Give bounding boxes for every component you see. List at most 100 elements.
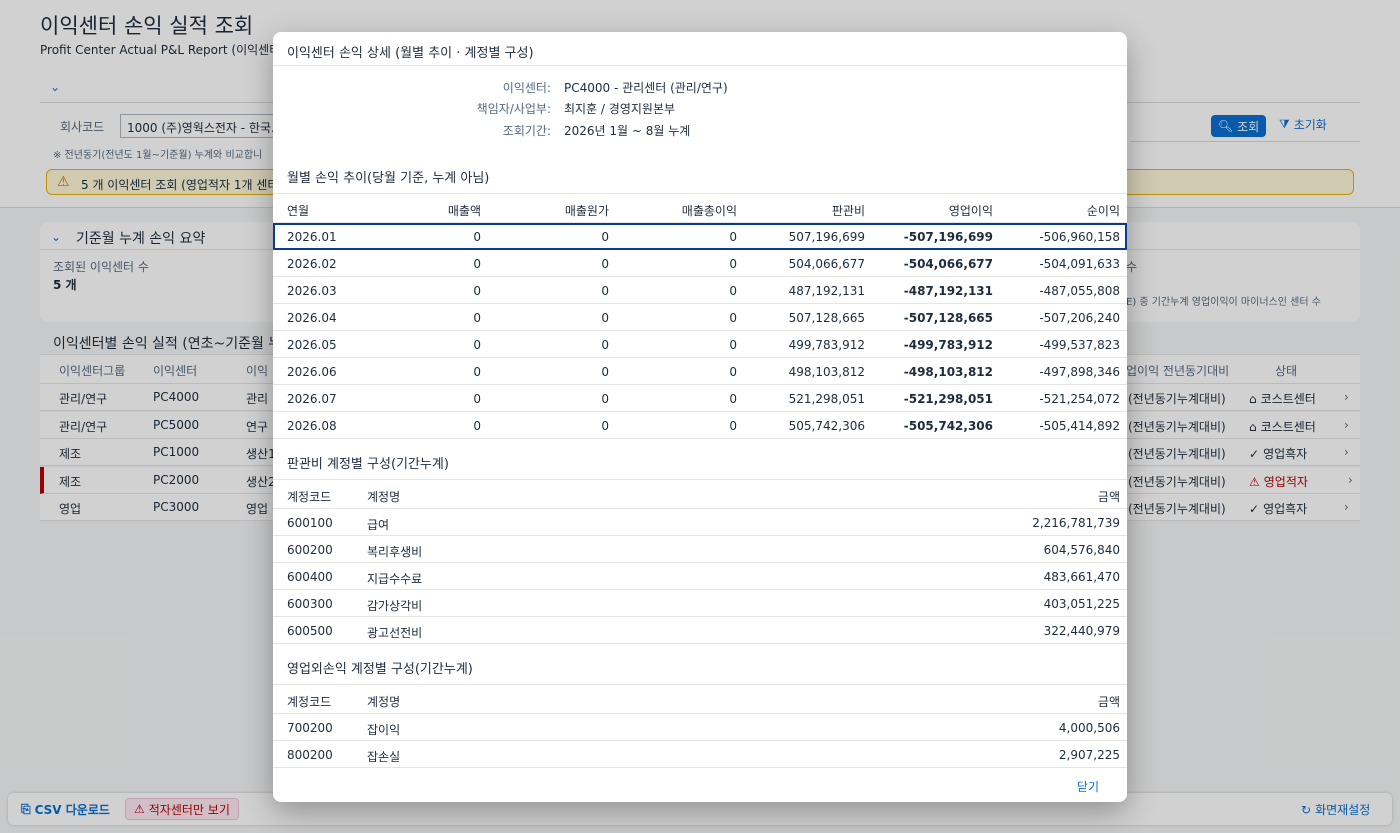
table-row[interactable]: 2026.08 0 0 0 505,742,306 -505,742,306 -505,41… (273, 412, 1127, 439)
detail-dialog: 이익센터 손익 상세 (월별 추이 · 계정별 구성) 이익센터: PC4000… (273, 32, 1127, 802)
cell-amount: 4,000,506 (1058, 721, 1120, 735)
info-value: PC4000 - 관리센터 (관리/연구) (564, 81, 728, 95)
cell-value: 0 (729, 284, 737, 298)
column-header[interactable]: 판관비 (832, 202, 865, 219)
column-header[interactable]: 매출원가 (565, 202, 609, 219)
table-row[interactable]: 2026.07 0 0 0 521,298,051 -521,298,051 -521,25… (273, 385, 1127, 412)
cell-value: 0 (601, 338, 609, 352)
cell-account-code: 600100 (287, 516, 333, 530)
table-row[interactable]: 2026.03 0 0 0 487,192,131 -487,192,131 -487,05… (273, 277, 1127, 304)
cell-value: 504,066,677 (788, 257, 865, 271)
sga-table: 계정코드 계정명 금액 600100 급여 2,216,781,739 600200 복… (273, 479, 1127, 644)
sga-section-title: 판관비 계정별 구성(기간누계) (287, 457, 449, 472)
column-header[interactable]: 계정명 (367, 488, 400, 505)
cell-account-name: 지급수수료 (367, 572, 423, 586)
table-row[interactable]: 600500 광고선전비 322,440,979 (273, 617, 1127, 644)
column-header[interactable]: 영업이익 (949, 202, 993, 219)
cell-value: -504,091,633 (1039, 257, 1120, 271)
close-button[interactable]: 닫기 (1077, 778, 1099, 795)
cell-value: 0 (473, 311, 481, 325)
cell-account-name: 광고선전비 (367, 626, 423, 640)
cell-value: 521,298,051 (788, 392, 865, 406)
monthly-table-header: 연월 매출액 매출원가 매출총이익 판관비 영업이익 순이익 (273, 193, 1127, 223)
cell-value: 0 (473, 338, 481, 352)
table-row[interactable]: 600200 복리후생비 604,576,840 (273, 536, 1127, 563)
cell-amount: 322,440,979 (1043, 624, 1120, 638)
column-header[interactable]: 계정코드 (287, 693, 331, 710)
table-row[interactable]: 2026.01 0 0 0 507,196,699 -507,196,699 -506,96… (273, 223, 1127, 250)
cell-value: -499,783,912 (903, 338, 993, 352)
cell-value: 0 (729, 257, 737, 271)
table-row[interactable]: 800200 잡손실 2,907,225 (273, 741, 1127, 768)
column-header[interactable]: 연월 (287, 202, 309, 219)
table-row[interactable]: 600300 감가상각비 403,051,225 (273, 590, 1127, 617)
nonop-table: 계정코드 계정명 금액 700200 잡이익 4,000,506 800200 잡손실 2… (273, 684, 1127, 768)
table-row[interactable]: 2026.06 0 0 0 498,103,812 -498,103,812 -497,89… (273, 358, 1127, 385)
cell-value: 0 (473, 284, 481, 298)
cell-value: 0 (601, 419, 609, 433)
cell-account-name: 급여 (367, 518, 390, 532)
dialog-title: 이익센터 손익 상세 (월별 추이 · 계정별 구성) (287, 46, 534, 61)
cell-account-name: 복리후생비 (367, 545, 423, 559)
cell-account-code: 600500 (287, 624, 333, 638)
cell-month: 2026.03 (287, 284, 337, 298)
cell-value: -521,254,072 (1039, 392, 1120, 406)
table-row[interactable]: 700200 잡이익 4,000,506 (273, 714, 1127, 741)
cell-value: -505,742,306 (903, 419, 993, 433)
info-row-owner: 책임자/사업부: 최지훈 / 경영지원본부 (273, 100, 1127, 120)
sga-table-header: 계정코드 계정명 금액 (273, 479, 1127, 509)
cell-value: -506,960,158 (1039, 230, 1120, 244)
cell-month: 2026.06 (287, 365, 337, 379)
cell-value: 0 (473, 419, 481, 433)
info-row-period: 조회기간: 2026년 1월 ~ 8월 누계 (273, 122, 1127, 142)
cell-account-code: 600200 (287, 543, 333, 557)
cell-value: -504,066,677 (903, 257, 993, 271)
column-header[interactable]: 매출액 (448, 202, 481, 219)
dialog-header: 이익센터 손익 상세 (월별 추이 · 계정별 구성) (273, 32, 1127, 66)
column-header[interactable]: 금액 (1098, 693, 1120, 710)
column-header[interactable]: 순이익 (1087, 202, 1120, 219)
cell-value: 0 (729, 419, 737, 433)
info-label: 이익센터: (502, 81, 551, 95)
cell-account-name: 감가상각비 (367, 599, 423, 613)
cell-account-name: 잡이익 (367, 723, 401, 737)
table-row[interactable]: 600400 지급수수료 483,661,470 (273, 563, 1127, 590)
info-label: 책임자/사업부: (476, 102, 551, 116)
cell-month: 2026.04 (287, 311, 337, 325)
cell-value: 0 (729, 230, 737, 244)
cell-value: 487,192,131 (788, 284, 865, 298)
cell-amount: 604,576,840 (1043, 543, 1120, 557)
cell-value: 0 (473, 392, 481, 406)
cell-value: 0 (473, 257, 481, 271)
cell-value: -487,192,131 (903, 284, 993, 298)
cell-value: 0 (473, 365, 481, 379)
column-header[interactable]: 계정코드 (287, 488, 331, 505)
cell-value: -499,537,823 (1039, 338, 1120, 352)
cell-value: -507,196,699 (903, 230, 993, 244)
cell-month: 2026.02 (287, 257, 337, 271)
column-header[interactable]: 매출총이익 (682, 202, 737, 219)
cell-value: -498,103,812 (903, 365, 993, 379)
cell-amount: 2,907,225 (1058, 748, 1120, 762)
cell-amount: 403,051,225 (1043, 597, 1120, 611)
column-header[interactable]: 계정명 (367, 693, 400, 710)
cell-value: 0 (729, 338, 737, 352)
cell-month: 2026.08 (287, 419, 337, 433)
column-header[interactable]: 금액 (1098, 488, 1120, 505)
cell-value: 0 (601, 284, 609, 298)
nonop-section-title: 영업외손익 계정별 구성(기간누계) (287, 662, 473, 677)
cell-value: 498,103,812 (788, 365, 865, 379)
cell-month: 2026.01 (287, 230, 337, 244)
cell-value: -487,055,808 (1039, 284, 1120, 298)
table-row[interactable]: 2026.02 0 0 0 504,066,677 -504,066,677 -504,09… (273, 250, 1127, 277)
cell-value: 0 (601, 365, 609, 379)
cell-account-code: 700200 (287, 721, 333, 735)
cell-amount: 2,216,781,739 (1032, 516, 1120, 530)
cell-month: 2026.07 (287, 392, 337, 406)
table-row[interactable]: 2026.05 0 0 0 499,783,912 -499,783,912 -499,53… (273, 331, 1127, 358)
cell-value: 507,196,699 (788, 230, 865, 244)
nonop-table-header: 계정코드 계정명 금액 (273, 684, 1127, 714)
dialog-footer: 닫기 (273, 767, 1127, 802)
table-row[interactable]: 2026.04 0 0 0 507,128,665 -507,128,665 -507,20… (273, 304, 1127, 331)
table-row[interactable]: 600100 급여 2,216,781,739 (273, 509, 1127, 536)
